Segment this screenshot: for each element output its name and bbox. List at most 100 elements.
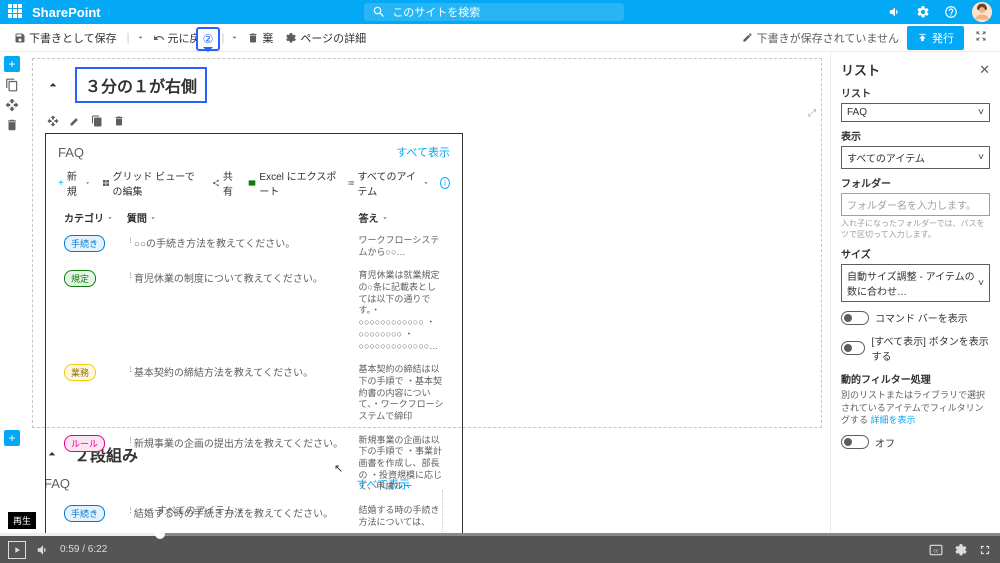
resize-handle-icon[interactable]: ⤢ bbox=[808, 108, 816, 119]
question-cell: ⋮基本契約の締結方法を教えてください。 bbox=[121, 358, 353, 428]
view-field-label: 表示 bbox=[841, 128, 990, 143]
column-header-category[interactable]: カテゴリ bbox=[58, 206, 121, 229]
list-select[interactable]: FAQ˅ bbox=[841, 103, 990, 122]
size-select[interactable]: 自動サイズ調整 - アイテムの数に合わせ…˅ bbox=[841, 264, 990, 302]
webpart-toolbar bbox=[45, 111, 809, 133]
save-draft-button[interactable]: 下書きとして保存 bbox=[10, 27, 121, 49]
question-cell: ⋮育児休業の制度について教えてください。 bbox=[121, 264, 353, 358]
new-item-button[interactable]: +新規 bbox=[58, 168, 92, 198]
export-button[interactable]: Excel にエクスポート bbox=[248, 168, 336, 198]
duplicate-icon[interactable] bbox=[91, 115, 103, 127]
toggle-label: オフ bbox=[875, 435, 895, 450]
webpart-title: FAQ bbox=[58, 145, 84, 160]
suite-header: SharePoint このサイトを検索 bbox=[0, 0, 1000, 24]
table-row[interactable]: 業務 ⋮基本契約の締結方法を教えてください。 基本契約の締結は以下の手順で ・基… bbox=[58, 358, 450, 428]
list-icon bbox=[347, 178, 355, 188]
chevron-down-icon[interactable] bbox=[230, 33, 239, 42]
publish-button[interactable]: 発行 bbox=[907, 26, 964, 50]
answer-cell: 新規事業の企画は以下の手順で ・事業計画書を作成し、部長の ・投資規模に応じて、… bbox=[353, 429, 450, 499]
question-cell: ⋮結婚する時の手続き方法を教えてください。 bbox=[121, 499, 353, 533]
excel-icon bbox=[248, 178, 256, 188]
pencil-icon bbox=[742, 32, 753, 43]
play-button[interactable] bbox=[8, 541, 26, 559]
details-link[interactable]: 詳細を表示 bbox=[871, 415, 916, 425]
avatar[interactable] bbox=[972, 2, 992, 22]
panel-title: リスト bbox=[841, 60, 880, 79]
question-cell: ⋮新規事業の企画の提出方法を教えてください。 bbox=[121, 429, 353, 499]
chevron-down-icon[interactable] bbox=[136, 33, 145, 42]
table-row[interactable]: ルール ⋮新規事業の企画の提出方法を教えてください。 新規事業の企画は以下の手順… bbox=[58, 429, 450, 499]
search-placeholder: このサイトを検索 bbox=[392, 4, 480, 20]
chevron-down-icon: ˅ bbox=[978, 107, 984, 118]
save-icon bbox=[14, 32, 26, 44]
settings-icon[interactable] bbox=[954, 543, 968, 557]
category-tag: ルール bbox=[64, 435, 105, 452]
question-cell: ⋮○○の手続き方法を教えてください。 bbox=[121, 229, 353, 264]
answer-cell: 育児休業は就業規定の○条に記載表としては以下の通りです。・○○○○○○○○○○○… bbox=[353, 264, 450, 358]
category-tag: 業務 bbox=[64, 364, 96, 381]
video-progress[interactable] bbox=[0, 533, 1000, 536]
delete-icon[interactable] bbox=[113, 115, 125, 127]
delete-icon bbox=[247, 32, 259, 44]
view-select[interactable]: すべてのアイテム˅ bbox=[841, 146, 990, 169]
chevron-down-icon: ˅ bbox=[978, 278, 984, 289]
column-header-question[interactable]: 質問 bbox=[121, 206, 353, 229]
copy-icon[interactable] bbox=[5, 78, 19, 92]
toggle-label: コマンド バーを表示 bbox=[875, 310, 968, 325]
share-icon bbox=[212, 178, 220, 188]
answer-cell: 結婚する時の手続き方法については、 bbox=[353, 499, 450, 533]
help-icon[interactable] bbox=[944, 5, 958, 19]
playback-label: 再生 bbox=[8, 512, 36, 529]
publish-icon bbox=[917, 32, 928, 43]
commandbar-toggle[interactable] bbox=[841, 311, 869, 325]
search-icon bbox=[372, 5, 386, 19]
search-input[interactable]: このサイトを検索 bbox=[364, 3, 624, 21]
app-name: SharePoint bbox=[32, 5, 101, 20]
section-title[interactable]: ３分の１が右側 bbox=[75, 67, 207, 103]
video-time: 0:59 / 6:22 bbox=[60, 544, 107, 555]
section-collapse-icon[interactable] bbox=[45, 77, 61, 93]
mouse-cursor: ↖ bbox=[334, 462, 343, 475]
answer-cell: 基本契約の締結は以下の手順で ・基本契約書の内容について、・ワークフローシステム… bbox=[353, 358, 450, 428]
column-divider bbox=[442, 490, 443, 533]
property-panel: リスト ✕ リスト FAQ˅ 表示 すべてのアイテム˅ フォルダー フォルダー名… bbox=[830, 52, 1000, 533]
category-tag: 手続き bbox=[64, 235, 105, 252]
delete-icon[interactable] bbox=[5, 118, 19, 132]
fullscreen-icon[interactable] bbox=[978, 543, 992, 557]
move-icon[interactable] bbox=[5, 98, 19, 112]
add-section-button[interactable]: + bbox=[4, 56, 20, 72]
expand-icon[interactable] bbox=[972, 27, 990, 48]
table-row[interactable]: 規定 ⋮育児休業の制度について教えてください。 育児休業は就業規定の○条に記載表… bbox=[58, 264, 450, 358]
grid-edit-button[interactable]: グリッド ビューでの編集 bbox=[102, 168, 202, 198]
page-canvas: ３分の１が右側 ⤢ FAQ すべて表示 +新規 bbox=[24, 52, 830, 533]
move-icon[interactable] bbox=[47, 115, 59, 127]
command-bar: 下書きとして保存 | 元に戻す | 棄 ページの詳細 下書きが保存されていません… bbox=[0, 24, 1000, 52]
gear-icon[interactable] bbox=[916, 5, 930, 19]
close-icon[interactable]: ✕ bbox=[979, 62, 990, 78]
share-button[interactable]: 共有 bbox=[212, 168, 238, 198]
settings-icon bbox=[285, 32, 297, 44]
app-launcher-icon[interactable] bbox=[8, 4, 24, 20]
page-details-button[interactable]: ページの詳細 bbox=[281, 27, 370, 49]
undo-icon bbox=[153, 32, 165, 44]
megaphone-icon[interactable] bbox=[888, 5, 902, 19]
discard-button[interactable]: 棄 bbox=[243, 27, 277, 49]
category-tag: 規定 bbox=[64, 270, 96, 287]
captions-icon[interactable]: cc bbox=[928, 543, 944, 557]
column-header-answer[interactable]: 答え bbox=[353, 206, 450, 229]
table-row[interactable]: 手続き ⋮結婚する時の手続き方法を教えてください。 結婚する時の手続き方法につい… bbox=[58, 499, 450, 533]
table-row[interactable]: 手続き ⋮○○の手続き方法を教えてください。 ワークフローシステムから○○… bbox=[58, 229, 450, 264]
info-icon[interactable]: i bbox=[440, 177, 450, 189]
category-tag: 手続き bbox=[64, 505, 105, 522]
folder-input[interactable]: フォルダー名を入力します。 bbox=[841, 193, 990, 216]
edit-icon[interactable] bbox=[69, 115, 81, 127]
view-selector[interactable]: すべてのアイテム bbox=[347, 168, 430, 198]
add-section-button-2[interactable]: + bbox=[4, 430, 20, 446]
showall-toggle[interactable] bbox=[841, 341, 865, 355]
show-all-link[interactable]: すべて表示 bbox=[396, 144, 450, 160]
folder-help-text: 入れ子になったフォルダーでは、パスをツで区切って入力します。 bbox=[841, 218, 990, 240]
volume-icon[interactable] bbox=[36, 543, 50, 557]
chevron-down-icon: ˅ bbox=[978, 152, 984, 163]
filter-description: 別のリストまたはライブラリで選択されているアイテムでフィルタリングする 詳細を表… bbox=[841, 389, 990, 427]
filter-toggle[interactable] bbox=[841, 435, 869, 449]
